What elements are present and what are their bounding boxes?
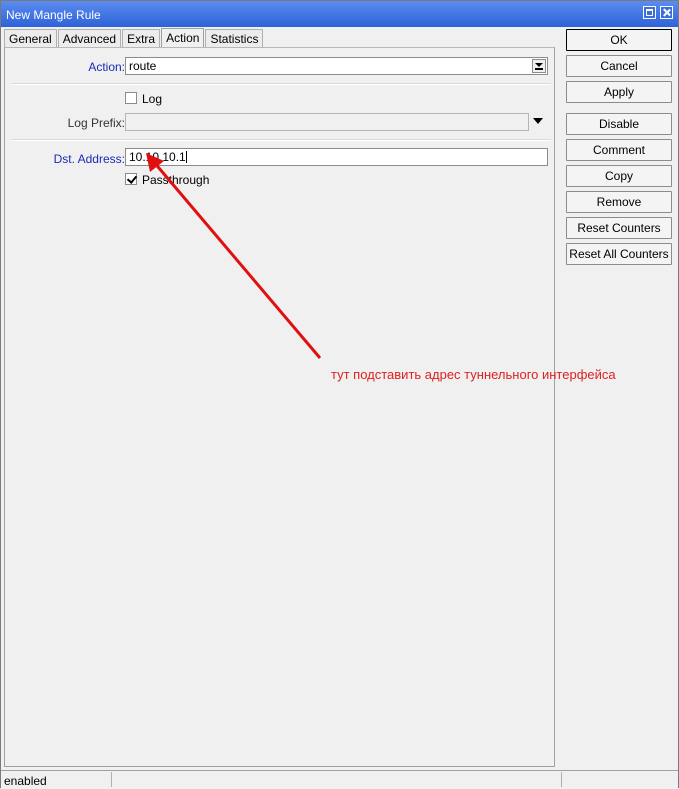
arrow-line	[151, 160, 322, 359]
status-state: enabled	[4, 774, 47, 788]
annotation-text: тут подставить адрес туннельного интерфе…	[331, 367, 616, 382]
mangle-rule-window: New Mangle Rule General Advanced Extra A…	[0, 0, 679, 789]
status-divider	[561, 772, 562, 787]
annotation-arrow	[146, 153, 322, 359]
status-bar: enabled	[1, 770, 678, 789]
status-divider	[111, 772, 112, 787]
